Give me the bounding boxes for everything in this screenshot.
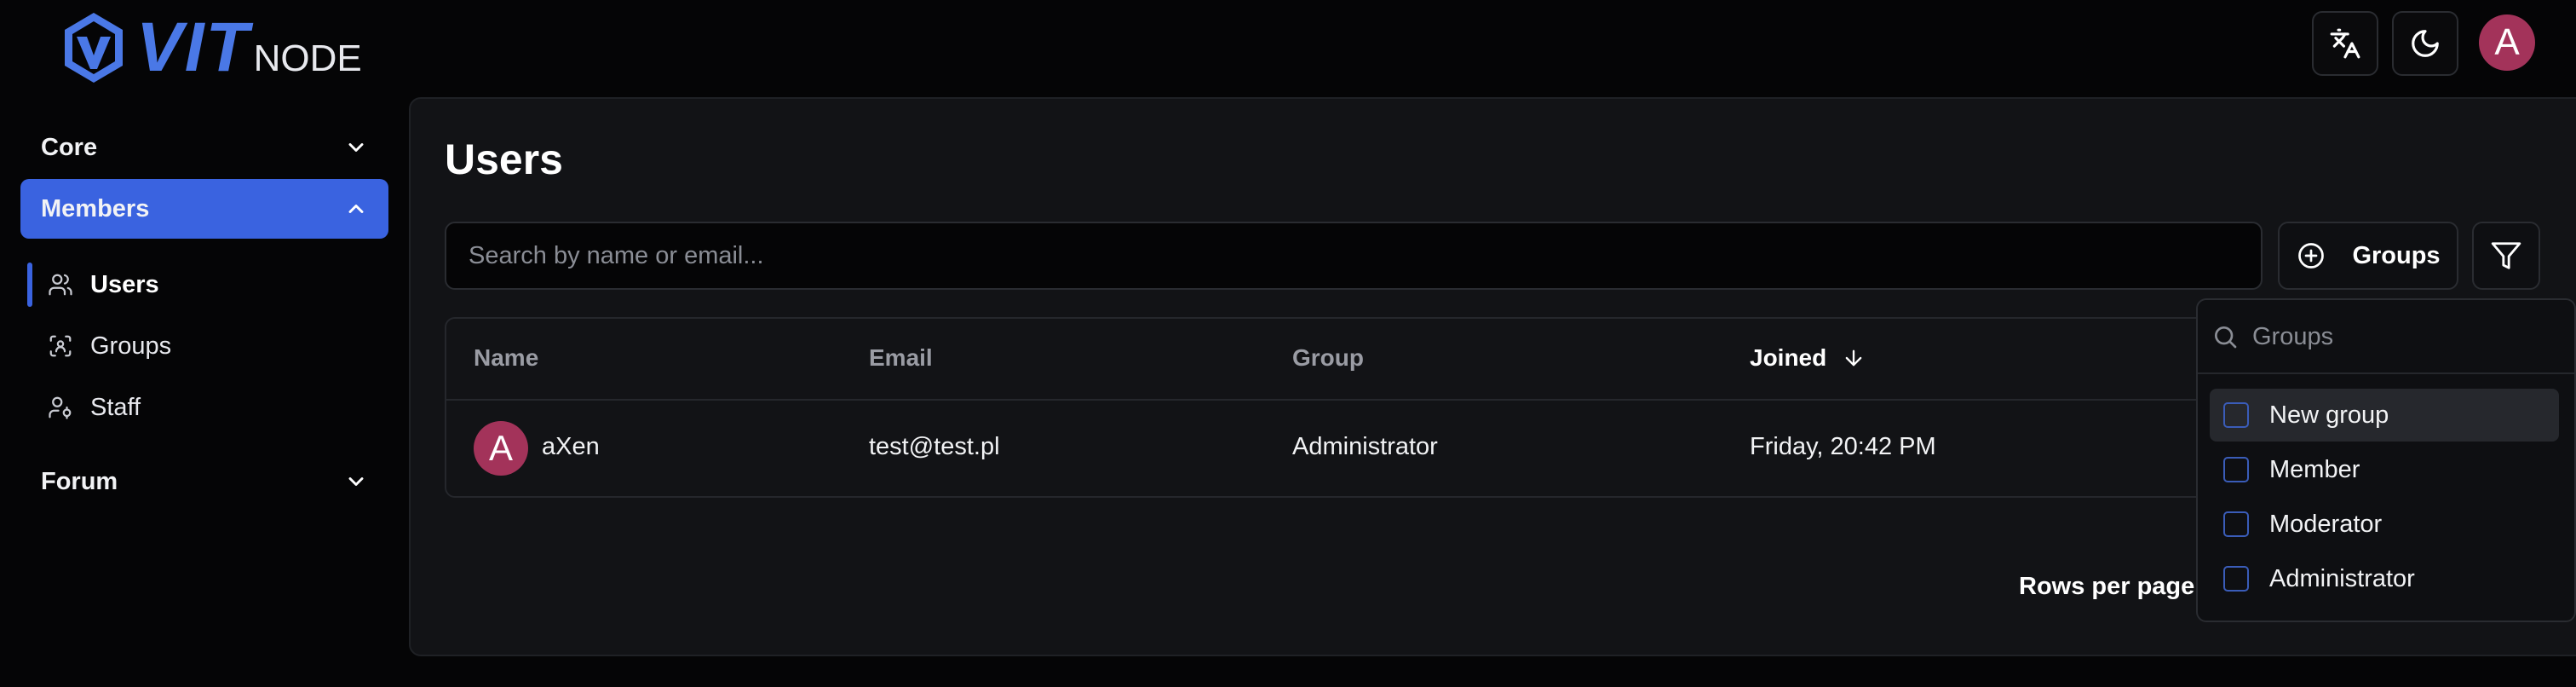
sidebar-section-members[interactable]: Members [20,179,388,239]
header-divider [446,399,2317,401]
sidebar-item-label: Users [90,270,159,298]
column-header-name[interactable]: Name [474,344,538,372]
logo[interactable]: VIT NODE [61,7,362,89]
cell-email: test@test.pl [869,433,1000,460]
column-header-label: Joined [1750,344,1827,371]
sidebar-section-label: Core [41,133,98,161]
checkbox[interactable] [2223,566,2249,592]
logo-sub-text: NODE [253,38,362,79]
sidebar-section-core[interactable]: Core [20,118,388,177]
groups-button-label: Groups [2352,241,2441,269]
filter-button[interactable] [2472,222,2540,290]
translate-icon [2330,28,2360,59]
sidebar-item-staff[interactable]: Staff [27,382,385,433]
filter-icon [2491,242,2521,269]
checkbox[interactable] [2223,511,2249,537]
search-icon [2215,326,2237,349]
sidebar-item-label: Groups [90,332,172,360]
chevron-down-icon [348,143,364,152]
sidebar-item-users[interactable]: Users [27,259,385,310]
checkbox[interactable] [2223,457,2249,482]
column-header-email[interactable]: Email [869,344,933,372]
sidebar-section-label: Forum [41,467,118,495]
group-option-label: Member [2269,455,2360,483]
page-title: Users [445,136,563,183]
user-avatar[interactable]: A [2479,14,2535,71]
groups-icon [49,335,72,357]
logo-icon [65,13,123,83]
users-icon [49,274,72,296]
group-option-label: New group [2269,401,2389,429]
sidebar-section-label: Members [41,194,150,222]
search-input[interactable] [445,222,2263,290]
checkbox[interactable] [2223,402,2249,428]
logo-main-text: VIT [136,9,250,86]
moon-icon [2412,30,2439,57]
group-option-new-group[interactable]: New group [2210,389,2559,442]
group-option-member[interactable]: Member [2210,443,2559,496]
theme-toggle-button[interactable] [2392,11,2458,76]
group-option-administrator[interactable]: Administrator [2210,552,2559,605]
staff-icon [49,396,72,419]
sidebar-section-forum[interactable]: Forum [20,452,388,511]
groups-dropdown-search[interactable]: Groups [2211,315,2333,358]
group-option-moderator[interactable]: Moderator [2210,498,2559,551]
dropdown-divider [2198,372,2574,374]
group-option-label: Moderator [2269,510,2383,538]
plus-circle-icon [2298,243,2325,268]
language-button[interactable] [2312,11,2378,76]
cell-joined: Friday, 20:42 PM [1750,433,1936,460]
sidebar-item-groups[interactable]: Groups [27,320,385,372]
arrow-down-icon [1845,349,1862,367]
rows-per-page-label: Rows per page [2019,573,2195,600]
groups-search-placeholder: Groups [2252,322,2334,350]
group-option-label: Administrator [2269,564,2415,592]
cell-name[interactable]: aXen [542,433,600,461]
users-table [445,317,2319,498]
cell-group: Administrator [1292,433,1438,460]
column-header-group[interactable]: Group [1292,344,1364,372]
avatar: A [474,421,528,476]
column-header-joined[interactable]: Joined [1750,344,1866,372]
groups-filter-button[interactable]: Groups [2278,222,2458,290]
sidebar-item-label: Staff [90,393,141,421]
chevron-down-icon [348,477,364,486]
chevron-up-icon [348,205,364,213]
